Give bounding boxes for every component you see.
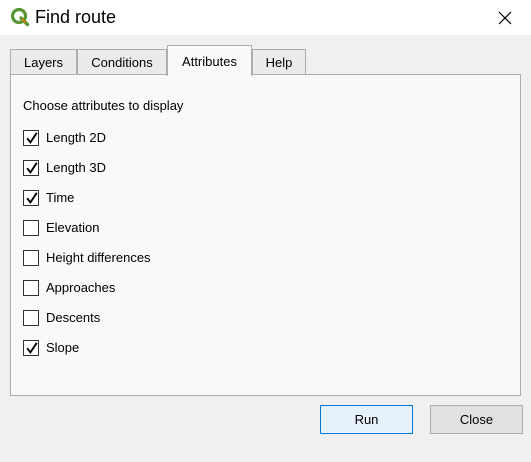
descents-checkbox[interactable]: [23, 310, 39, 326]
tab-label: Layers: [23, 55, 64, 70]
attributes-panel: Choose attributes to display Length 2D L…: [10, 74, 521, 396]
option-label: Length 3D: [46, 160, 106, 175]
option-label: Length 2D: [46, 130, 106, 145]
qgis-logo-icon: [10, 7, 30, 27]
option-label: Elevation: [46, 220, 100, 235]
close-button[interactable]: Close: [430, 405, 523, 434]
tab-layers[interactable]: Layers: [10, 49, 77, 75]
option-label: Height differences: [46, 250, 151, 265]
checkmark-icon: [26, 132, 38, 145]
close-icon[interactable]: [494, 7, 516, 29]
checkmark-icon: [26, 342, 38, 355]
option-label: Slope: [46, 340, 80, 355]
tab-conditions[interactable]: Conditions: [77, 49, 167, 75]
tab-label: Attributes: [182, 54, 237, 69]
tab-help[interactable]: Help: [252, 49, 306, 75]
tab-label: Conditions: [91, 55, 153, 70]
approaches-checkbox[interactable]: [23, 280, 39, 296]
option-label: Approaches: [46, 280, 116, 295]
checkmark-icon: [26, 192, 38, 205]
run-button[interactable]: Run: [320, 405, 413, 434]
length-3d-checkbox[interactable]: [23, 160, 39, 176]
panel-heading: Choose attributes to display: [23, 98, 184, 113]
length-2d-checkbox[interactable]: [23, 130, 39, 146]
tab-label: Help: [265, 55, 293, 70]
title-bar: Find route: [0, 0, 531, 35]
option-label: Descents: [46, 310, 101, 325]
elevation-checkbox[interactable]: [23, 220, 39, 236]
option-label: Time: [46, 190, 75, 205]
slope-checkbox[interactable]: [23, 340, 39, 356]
height-differences-checkbox[interactable]: [23, 250, 39, 266]
time-checkbox[interactable]: [23, 190, 39, 206]
window-title: Find route: [35, 7, 117, 27]
checkmark-icon: [26, 162, 38, 175]
tab-attributes[interactable]: Attributes: [167, 45, 252, 76]
